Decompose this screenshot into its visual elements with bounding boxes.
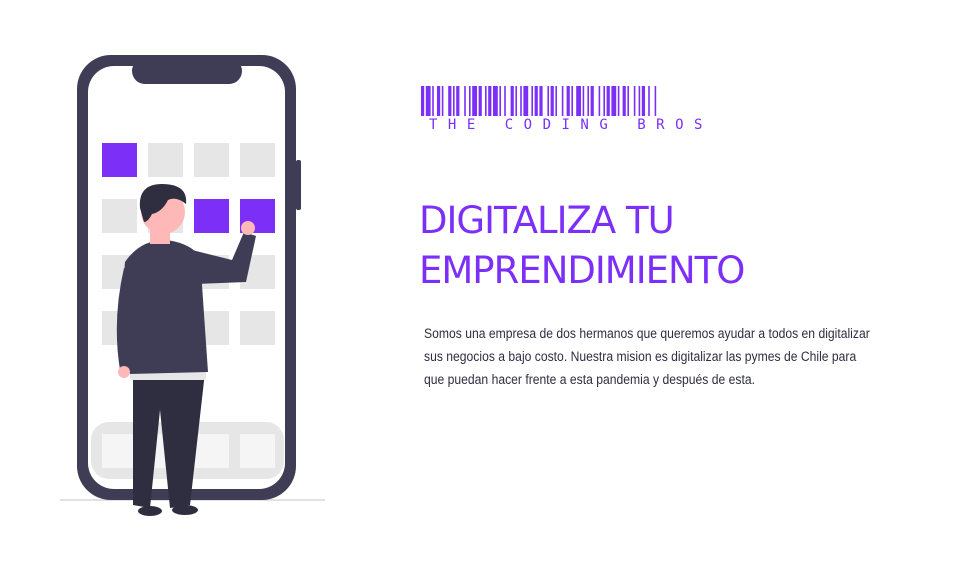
barcode-bar (582, 86, 585, 116)
barcode-bar (638, 86, 641, 116)
hero-description: Somos una empresa de dos hermanos que qu… (424, 326, 870, 387)
barcode-bar (555, 86, 557, 116)
barcode-bar (531, 86, 533, 116)
barcode-bar (587, 86, 589, 116)
barcode-bar (539, 86, 543, 116)
barcode-bar (523, 86, 529, 116)
barcode-bar (566, 86, 570, 116)
barcode-bar (611, 86, 617, 116)
barcode-bar (550, 86, 554, 116)
barcode-bar (510, 86, 514, 116)
barcode-bar (485, 86, 487, 116)
barcode-bar (576, 86, 581, 116)
barcode-bar (534, 86, 538, 116)
barcode-bar (499, 86, 501, 116)
barcode-bar (617, 86, 620, 116)
barcode-bar (571, 86, 573, 116)
barcode-bar (448, 86, 452, 116)
barcode-bar (603, 86, 605, 116)
page-title-line-2: EMPRENDIMIENTO (419, 249, 745, 292)
barcode-bar (627, 86, 629, 116)
barcode-bar (432, 86, 434, 116)
brand-logo-text: THE CODING BROS (429, 117, 713, 133)
brand-logo[interactable]: THE CODING BROS (421, 86, 771, 134)
barcode-bar (472, 86, 477, 116)
barcode-bar (606, 86, 610, 116)
barcode-bar (520, 86, 522, 116)
barcode-bar (622, 86, 626, 116)
barcode-bar (561, 86, 564, 116)
barcode-bar (441, 86, 444, 116)
barcode-bar (633, 86, 636, 116)
hero-section: THE CODING BROS DIGITALIZA TU EMPRENDIMI… (0, 0, 974, 580)
barcode-bar (515, 86, 517, 116)
page-title-line-1: DIGITALIZA TU (419, 199, 675, 242)
person-with-phone-illustration (60, 55, 325, 516)
barcode-bar (469, 86, 471, 116)
barcode-bar (421, 86, 425, 116)
barcode-bar (590, 86, 594, 116)
barcode-bar (437, 86, 441, 116)
barcode-bar (488, 86, 492, 116)
barcode-bar (464, 86, 466, 116)
tile-highlight (102, 143, 137, 177)
barcode-bar (425, 86, 431, 116)
barcode-bar (654, 86, 657, 116)
barcode-bar (598, 86, 601, 116)
barcode-bar (453, 86, 455, 116)
barcode-bar (478, 86, 482, 116)
barcode-bar (641, 86, 645, 116)
page-title: DIGITALIZA TU EMPRENDIMIENTO (419, 196, 939, 296)
barcode-bar (547, 86, 549, 116)
barcode-icon (421, 86, 657, 116)
barcode-bar (493, 86, 498, 116)
barcode-bar (504, 86, 506, 116)
tile-highlight (194, 199, 229, 233)
barcode-bar (456, 86, 460, 116)
barcode-bar (648, 86, 650, 116)
